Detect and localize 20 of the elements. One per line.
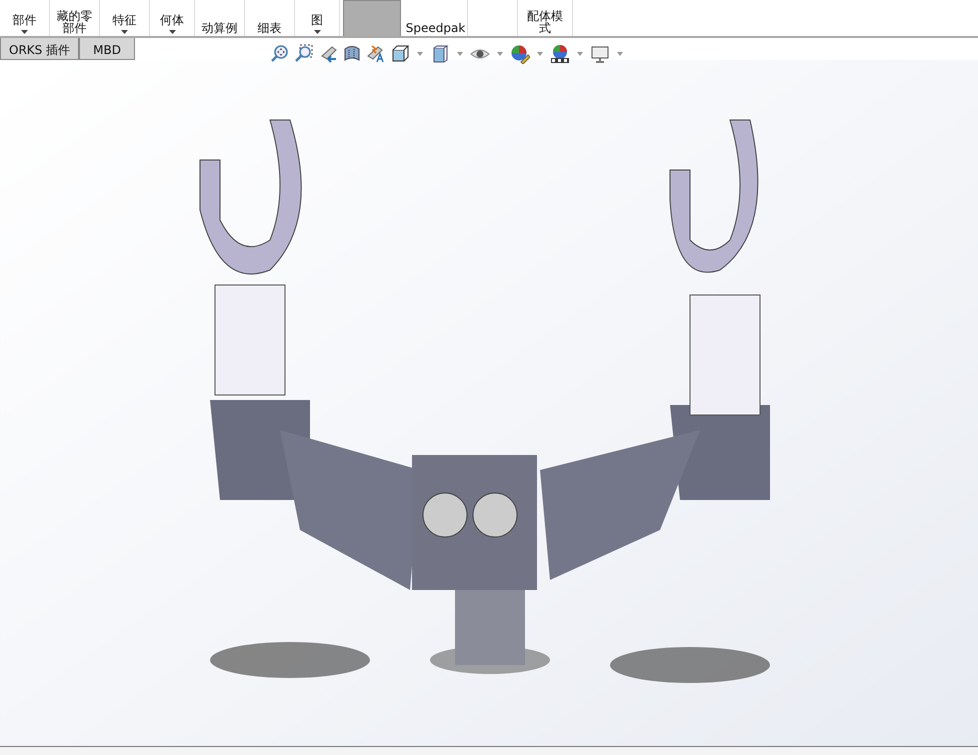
caret-icon[interactable] <box>497 52 503 56</box>
caret-icon[interactable] <box>537 52 543 56</box>
tab[interactable]: MBD <box>79 38 136 60</box>
ribbon-button[interactable]: 细表 <box>245 0 295 36</box>
caret-icon[interactable] <box>457 52 463 56</box>
zoom-to-fit-icon[interactable] <box>270 44 290 64</box>
ribbon-button[interactable]: 配体模 式 <box>518 0 573 36</box>
scene-ball-icon[interactable] <box>550 44 570 64</box>
binoculars-letter-icon[interactable] <box>366 44 386 64</box>
caret-icon[interactable] <box>577 52 583 56</box>
ribbon-button[interactable]: 何体 <box>150 0 195 36</box>
tab[interactable]: ORKS 插件 <box>0 38 80 60</box>
ribbon-button[interactable]: 图 <box>295 0 340 36</box>
zoom-area-icon[interactable] <box>294 44 314 64</box>
ribbon-button[interactable]: 动算例 <box>195 0 245 36</box>
monitor-icon[interactable] <box>590 44 610 64</box>
caret-icon[interactable] <box>617 52 623 56</box>
cube-icon[interactable] <box>390 44 410 64</box>
ribbon-button[interactable]: Speedpak <box>404 0 468 36</box>
caret-icon[interactable] <box>417 52 423 56</box>
